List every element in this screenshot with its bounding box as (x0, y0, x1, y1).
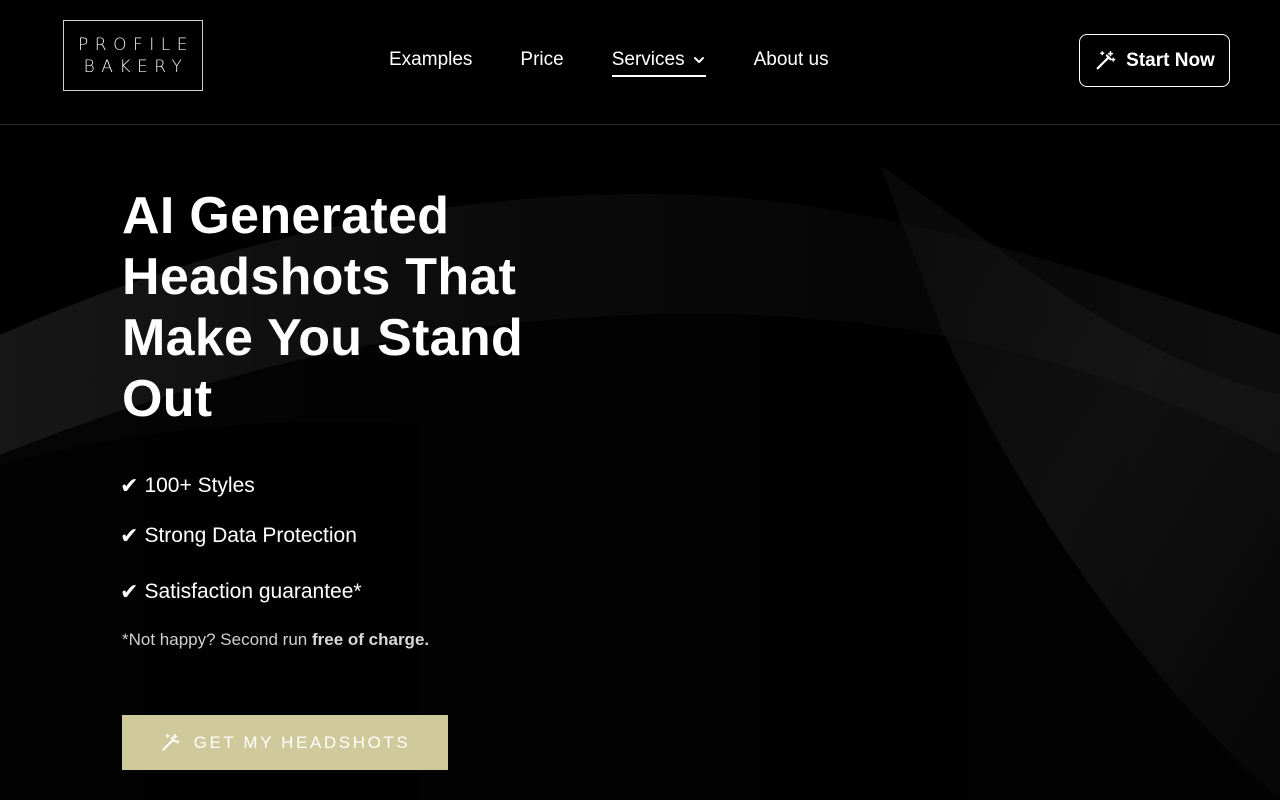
nav-item-examples[interactable]: Examples (389, 46, 472, 74)
hero-title: AI Generated Headshots That Make You Sta… (122, 187, 524, 428)
get-my-headshots-label: GET MY HEADSHOTS (193, 732, 411, 752)
chevron-down-icon (693, 57, 704, 63)
checkmark-icon: ✔ (120, 473, 139, 499)
magic-wand-icon (161, 733, 180, 751)
guarantee-note: *Not happy? Second run free of charge. (122, 630, 429, 650)
feature-item: ✔ 100+ Styles (120, 470, 255, 502)
start-now-label: Start Now (1126, 49, 1215, 71)
checkmark-icon: ✔ (120, 523, 139, 549)
magic-wand-icon (1096, 50, 1116, 69)
site-header: PROFILE BAKERY Examples Price Services A… (0, 0, 1280, 125)
guarantee-note-bold: free of charge. (311, 630, 430, 649)
start-now-button[interactable]: Start Now (1079, 34, 1230, 87)
checkmark-icon: ✔ (120, 579, 139, 605)
brand-logo-line2: BAKERY (83, 56, 189, 77)
nav-item-services[interactable]: Services (611, 46, 706, 77)
guarantee-note-prefix: *Not happy? Second run (122, 630, 312, 649)
nav-item-about-us[interactable]: About us (754, 46, 829, 74)
feature-item: ✔ Satisfaction guarantee* (120, 576, 362, 608)
feature-text: 100+ Styles (144, 474, 255, 497)
feature-text: Strong Data Protection (144, 524, 357, 547)
landing-page: PROFILE BAKERY Examples Price Services A… (0, 0, 1280, 800)
main-nav: Examples Price Services About us (389, 46, 877, 77)
nav-item-services-label: Services (611, 49, 685, 70)
feature-text: Satisfaction guarantee* (144, 580, 362, 603)
feature-item: ✔ Strong Data Protection (120, 520, 357, 552)
brand-logo-line1: PROFILE (78, 34, 194, 55)
nav-item-price[interactable]: Price (520, 46, 563, 74)
get-my-headshots-button[interactable]: GET MY HEADSHOTS (122, 715, 448, 770)
brand-logo[interactable]: PROFILE BAKERY (63, 20, 203, 91)
